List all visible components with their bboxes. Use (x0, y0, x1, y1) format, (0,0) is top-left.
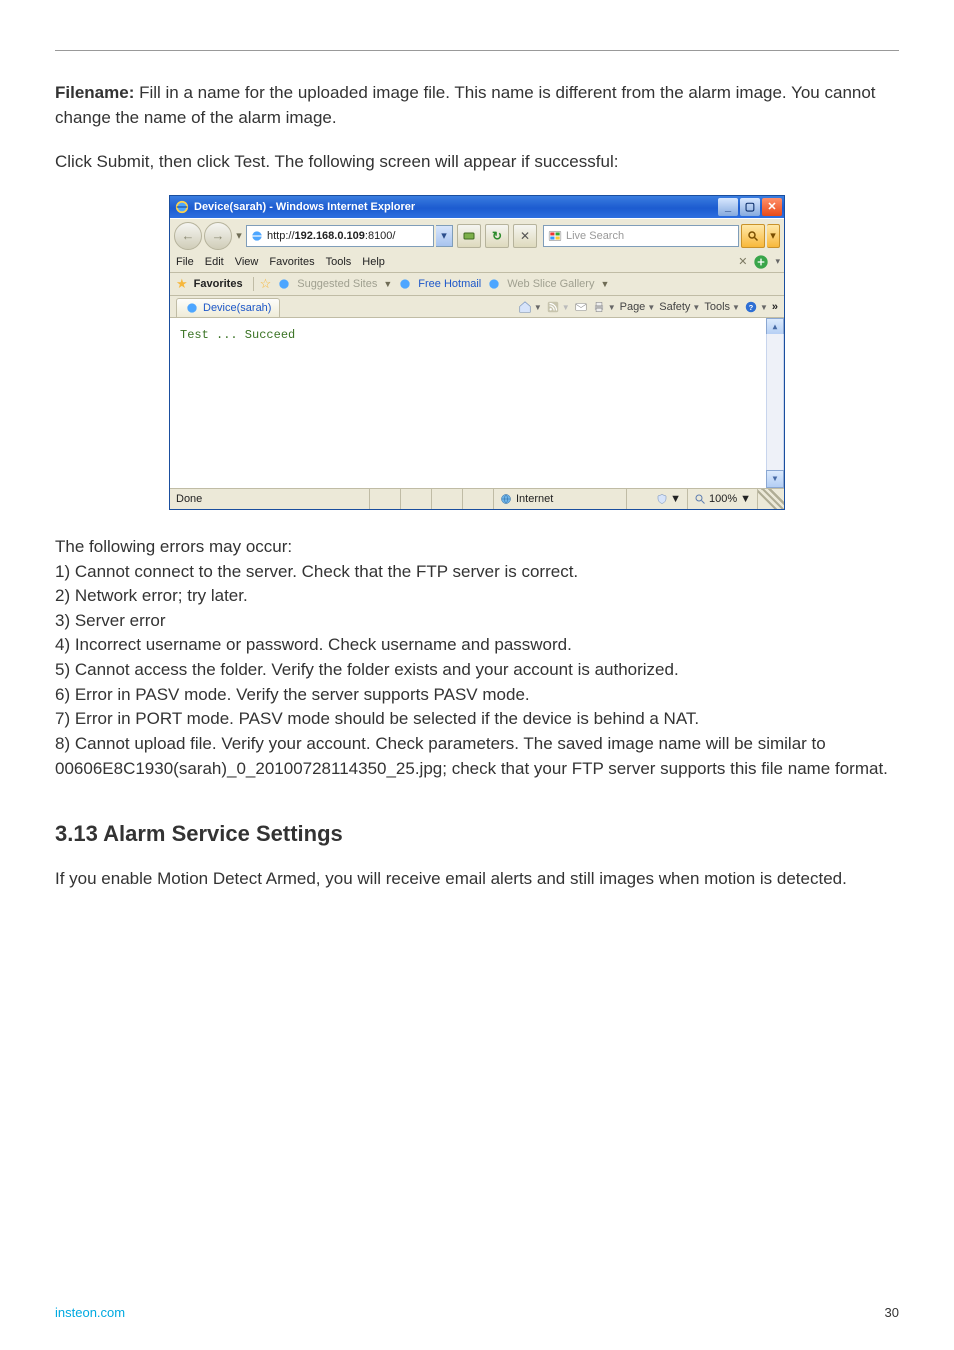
address-row: ← → ▾ http://192.168.0.109:8100/ ▾ ↻ ✕ L… (170, 219, 784, 253)
suggested-sites-link[interactable]: Suggested Sites (297, 278, 377, 290)
safety-menu[interactable]: Safety▼ (659, 301, 700, 313)
paragraph-instruction: Click Submit, then click Test. The follo… (55, 150, 899, 175)
live-search-icon (548, 229, 562, 243)
address-bar[interactable]: http://192.168.0.109:8100/ (246, 225, 434, 247)
tab-device[interactable]: Device(sarah) (176, 298, 280, 317)
search-options-dropdown[interactable]: ▾ (767, 224, 780, 248)
tab-page-icon (185, 301, 199, 315)
toolbar-home-addon-icon[interactable] (753, 254, 769, 270)
internet-zone-icon (500, 493, 512, 505)
scrollbar-track[interactable] (766, 334, 784, 472)
window-title: Device(sarah) - Windows Internet Explore… (194, 201, 415, 213)
list-item: 8) Cannot upload file. Verify your accou… (55, 732, 899, 781)
ie-page-icon (250, 229, 264, 243)
web-slice-link[interactable]: Web Slice Gallery (507, 278, 594, 290)
menu-bar: File Edit View Favorites Tools Help ✕ ▾ (170, 253, 784, 272)
compat-view-button[interactable] (457, 224, 481, 248)
tools-menu[interactable]: Tools▼ (704, 301, 740, 313)
list-item: 1) Cannot connect to the server. Check t… (55, 560, 899, 585)
menu-help[interactable]: Help (362, 256, 385, 268)
favorites-star-icon[interactable]: ★ (176, 276, 188, 292)
paragraph-motion-detect: If you enable Motion Detect Armed, you w… (55, 867, 899, 892)
free-hotmail-link[interactable]: Free Hotmail (418, 278, 481, 290)
footer-page-number: 30 (885, 1305, 899, 1320)
scroll-down-button[interactable]: ▾ (766, 470, 784, 488)
list-item: 6) Error in PASV mode. Verify the server… (55, 683, 899, 708)
ie-small-icon (277, 277, 291, 291)
maximize-button[interactable]: ▢ (740, 198, 760, 216)
menu-edit[interactable]: Edit (205, 256, 224, 268)
page-menu[interactable]: Page▼ (620, 301, 656, 313)
filename-label: Filename: (55, 83, 134, 102)
footer-site: insteon.com (55, 1305, 125, 1320)
list-item: 5) Cannot access the folder. Verify the … (55, 658, 899, 683)
search-box[interactable]: Live Search (543, 225, 739, 247)
ie-small-icon-3 (487, 277, 501, 291)
error-list: 1) Cannot connect to the server. Check t… (55, 560, 899, 782)
list-item: 2) Network error; try later. (55, 584, 899, 609)
menu-file[interactable]: File (176, 256, 194, 268)
search-placeholder: Live Search (566, 230, 624, 242)
zoom-control[interactable]: 100% ▼ (688, 489, 758, 509)
resize-grip[interactable] (758, 489, 784, 509)
list-item: 3) Server error (55, 609, 899, 634)
home-button[interactable]: ▼ (518, 300, 542, 314)
menu-favorites[interactable]: Favorites (269, 256, 314, 268)
page-content: Test ... Succeed ▴ ▾ (170, 317, 784, 488)
forward-button[interactable]: → (204, 222, 232, 250)
toolbar-close-icon[interactable]: ✕ (738, 255, 747, 268)
status-done: Done (170, 489, 370, 509)
errors-intro: The following errors may occur: (55, 535, 899, 560)
protected-mode[interactable]: ▼ (627, 489, 688, 509)
list-item: 4) Incorrect username or password. Check… (55, 633, 899, 658)
back-button[interactable]: ← (174, 222, 202, 250)
refresh-button[interactable]: ↻ (485, 224, 509, 248)
title-bar[interactable]: Device(sarah) - Windows Internet Explore… (170, 196, 784, 218)
menu-view[interactable]: View (235, 256, 259, 268)
menu-tools[interactable]: Tools (326, 256, 352, 268)
close-button[interactable]: ✕ (762, 198, 782, 216)
shield-icon (656, 493, 668, 505)
favorites-bar: ★ Favorites ☆ Suggested Sites ▼ Free Hot… (170, 272, 784, 296)
svg-text:?: ? (749, 303, 754, 312)
nav-history-dropdown[interactable]: ▾ (234, 229, 244, 242)
header-divider (55, 50, 899, 51)
favorites-label[interactable]: Favorites (194, 278, 243, 290)
search-go-button[interactable] (741, 224, 765, 248)
address-dropdown[interactable]: ▾ (436, 225, 453, 247)
print-button[interactable]: ▼ (592, 300, 616, 314)
section-heading: 3.13 Alarm Service Settings (55, 821, 899, 847)
filename-text: Fill in a name for the uploaded image fi… (55, 83, 876, 127)
page-footer: insteon.com 30 (55, 1305, 899, 1320)
minimize-button[interactable]: _ (718, 198, 738, 216)
test-result-text: Test ... Succeed (180, 328, 295, 342)
tab-label: Device(sarah) (203, 302, 271, 314)
add-favorite-icon[interactable]: ☆ (260, 276, 272, 292)
zoom-icon (694, 493, 706, 505)
stop-button[interactable]: ✕ (513, 224, 537, 248)
read-mail-button[interactable] (574, 300, 588, 314)
status-bar: Done Internet ▼ 100% ▼ (170, 488, 784, 509)
ie-logo-icon (175, 200, 189, 214)
ie-small-icon-2 (398, 277, 412, 291)
tab-and-command-bar: Device(sarah) ▼ ▼ ▼ Page▼ (170, 296, 784, 317)
command-bar-overflow[interactable]: » (772, 301, 778, 313)
ie-window: Device(sarah) - Windows Internet Explore… (169, 195, 785, 510)
address-text: http://192.168.0.109:8100/ (267, 230, 430, 242)
toolbar-addon-dropdown[interactable]: ▾ (775, 256, 780, 267)
list-item: 7) Error in PORT mode. PASV mode should … (55, 707, 899, 732)
help-button[interactable]: ?▼ (744, 300, 768, 314)
paragraph-filename: Filename: Fill in a name for the uploade… (55, 81, 899, 130)
security-zone[interactable]: Internet (494, 489, 627, 509)
feeds-button[interactable]: ▼ (546, 300, 570, 314)
